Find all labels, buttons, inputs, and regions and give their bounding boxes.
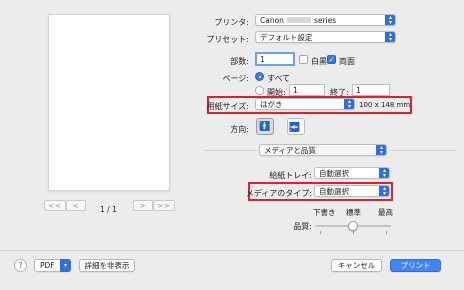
pages-range-radio[interactable] (255, 86, 264, 95)
chevron-updown-icon: ▴ ▾ (379, 168, 389, 178)
help-button[interactable]: ? (14, 259, 27, 272)
bw-checkbox[interactable] (299, 55, 308, 64)
landscape-button[interactable]: 🚹 (287, 118, 305, 135)
paper-dimensions: 100 x 148 mm (359, 101, 411, 109)
printer-name-suffix: series (313, 15, 337, 25)
portrait-button[interactable]: 🚹 (256, 118, 274, 135)
bw-label: 白黒 (311, 57, 327, 66)
last-page-button[interactable]: >> (153, 200, 175, 211)
paper-size-value: はがき (260, 99, 283, 109)
pages-from-input[interactable]: 1 (289, 84, 325, 96)
media-type-select[interactable]: 自動選択 ▴ ▾ (314, 185, 390, 197)
duplex-checkbox[interactable]: ✓ (327, 55, 336, 64)
printer-select[interactable]: Canon series ▴ ▾ (255, 14, 396, 26)
first-page-button[interactable]: << (44, 200, 66, 211)
hide-details-button[interactable]: 詳細を非表示 (79, 259, 135, 272)
section-divider-right (390, 150, 456, 151)
orientation-label: 方向: (230, 125, 249, 134)
media-type-value: 自動選択 (319, 186, 349, 196)
paper-size-select[interactable]: はがき ▴ ▾ (255, 98, 355, 110)
quality-slider-knob[interactable] (348, 221, 358, 231)
pages-to-input[interactable]: 1 (352, 84, 390, 96)
preset-label: プリセット: (206, 35, 249, 44)
quality-standard-label: 標準 (346, 208, 361, 217)
pdf-label: PDF (40, 261, 55, 270)
chevron-updown-icon: ▴ ▾ (385, 15, 395, 25)
duplex-label: 両面 (339, 57, 355, 66)
copies-input[interactable]: 1 (255, 52, 295, 66)
media-type-label: メディアのタイプ: (245, 189, 312, 198)
quality-tick-standard (353, 231, 354, 234)
page-indicator: 1 / 1 (100, 205, 117, 214)
paper-size-label: 用紙サイズ: (206, 102, 249, 111)
pdf-button[interactable]: PDF ▾ (34, 259, 71, 272)
landscape-person-icon: 🚹 (291, 120, 301, 133)
print-button[interactable]: プリント (390, 259, 441, 272)
section-value: メディアと品質 (264, 145, 316, 155)
chevron-updown-icon: ▴ ▾ (376, 145, 386, 155)
next-page-button[interactable]: > (133, 200, 153, 211)
section-divider-left (205, 150, 257, 151)
quality-draft-label: 下書き (313, 208, 336, 217)
footer-divider (0, 250, 464, 251)
print-preview (48, 14, 170, 191)
printer-name-prefix: Canon (260, 15, 284, 25)
pages-label: ページ: (222, 74, 249, 83)
preset-select[interactable]: デフォルト設定 ▴ ▾ (255, 31, 396, 43)
pages-all-label: すべて (267, 74, 291, 83)
chevron-updown-icon: ▴ ▾ (385, 32, 395, 42)
quality-best-label: 最高 (378, 208, 393, 217)
feed-value: 自動選択 (319, 168, 349, 178)
preset-value: デフォルト設定 (260, 32, 313, 42)
chevron-updown-icon: ▴ ▾ (379, 186, 389, 196)
quality-tick-best (386, 231, 387, 234)
quality-label: 品質: (293, 222, 312, 231)
feed-select[interactable]: 自動選択 ▴ ▾ (314, 167, 390, 179)
feed-label: 給紙トレイ: (269, 171, 312, 180)
chevron-down-icon: ▾ (60, 259, 71, 272)
section-select[interactable]: メディアと品質 ▴ ▾ (259, 144, 387, 156)
pages-all-radio[interactable] (255, 72, 264, 81)
chevron-updown-icon: ▴ ▾ (344, 99, 354, 109)
quality-tick-draft (320, 231, 321, 234)
copies-label: 部数: (230, 57, 249, 66)
checkmark-icon: ✓ (328, 56, 335, 64)
cancel-button[interactable]: キャンセル (331, 259, 382, 272)
portrait-person-icon: 🚹 (259, 121, 271, 132)
printer-model-mask (286, 17, 311, 23)
printer-label: プリンタ: (214, 18, 249, 27)
prev-page-button[interactable]: < (66, 200, 86, 211)
